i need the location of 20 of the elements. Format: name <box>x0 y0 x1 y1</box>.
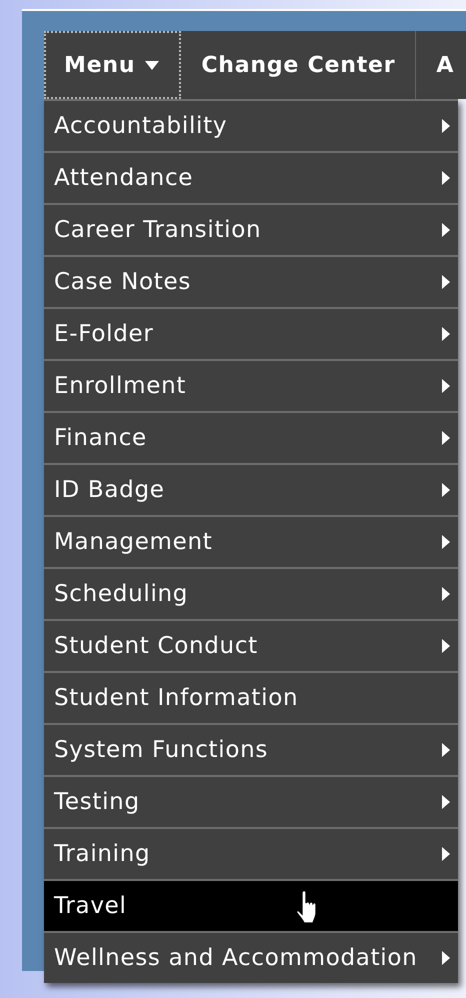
caret-icon <box>145 60 160 70</box>
menu-item[interactable]: Enrollment <box>44 359 458 411</box>
menu-item[interactable]: Travel <box>44 879 458 931</box>
menu-item[interactable]: Career Transition <box>44 203 458 255</box>
menu-item[interactable]: Attendance <box>44 151 458 203</box>
menu-item[interactable]: Testing <box>44 775 458 827</box>
menu-item[interactable]: Wellness and Accommodation <box>44 931 458 983</box>
menu-item[interactable]: ID Badge <box>44 463 458 515</box>
menu-item[interactable]: E-Folder <box>44 307 458 359</box>
menu-button[interactable]: Menu <box>44 31 182 99</box>
menu-item[interactable]: System Functions <box>44 723 458 775</box>
menu-bar-link[interactable]: Change Center <box>181 31 416 99</box>
menu-item[interactable]: Student Information <box>44 671 458 723</box>
menu-item[interactable]: Accountability <box>44 99 458 151</box>
menu-item[interactable]: Case Notes <box>44 255 458 307</box>
menu-item[interactable]: Scheduling <box>44 567 458 619</box>
menu-item[interactable]: Finance <box>44 411 458 463</box>
menu-item[interactable]: Management <box>44 515 458 567</box>
menu-item[interactable]: Student Conduct <box>44 619 458 671</box>
menu-bar-link[interactable]: A <box>416 31 454 99</box>
